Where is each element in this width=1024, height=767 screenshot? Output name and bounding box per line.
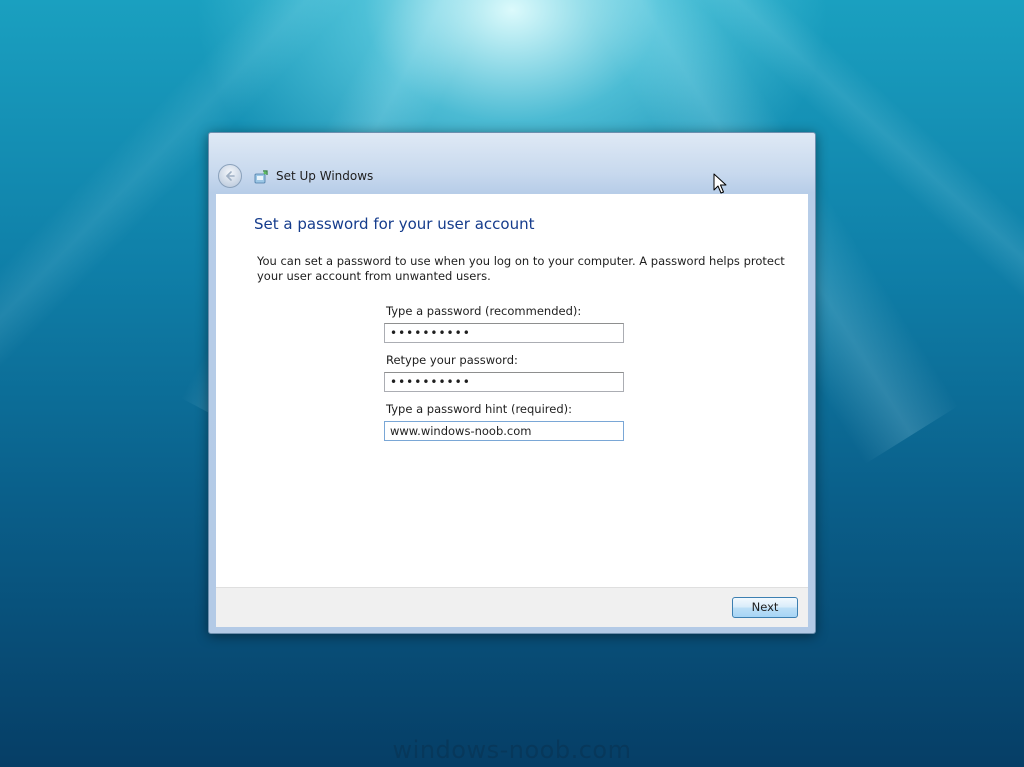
- content-area: Set a password for your user account You…: [216, 194, 808, 587]
- description-text: You can set a password to use when you l…: [257, 254, 785, 283]
- back-arrow-icon: [226, 171, 235, 181]
- setup-window: Set Up Windows Set a password for your u…: [208, 132, 816, 634]
- window-title: Set Up Windows: [276, 169, 374, 183]
- desktop-background: Set Up Windows Set a password for your u…: [0, 0, 1024, 767]
- password-label: Type a password (recommended):: [386, 304, 582, 318]
- setup-windows-icon: [254, 170, 268, 184]
- back-button[interactable]: [218, 164, 242, 188]
- mouse-pointer-icon: [713, 173, 727, 194]
- password-hint-field[interactable]: www.windows-noob.com: [384, 421, 624, 441]
- next-button[interactable]: Next: [732, 597, 798, 618]
- retype-password-field[interactable]: ••••••••••: [384, 372, 624, 392]
- page-title: Set a password for your user account: [254, 215, 535, 233]
- watermark-text: windows-noob.com: [392, 736, 632, 764]
- password-field[interactable]: ••••••••••: [384, 323, 624, 343]
- password-hint-label: Type a password hint (required):: [386, 402, 572, 416]
- retype-password-label: Retype your password:: [386, 353, 518, 367]
- footer-bar: Next: [216, 587, 808, 627]
